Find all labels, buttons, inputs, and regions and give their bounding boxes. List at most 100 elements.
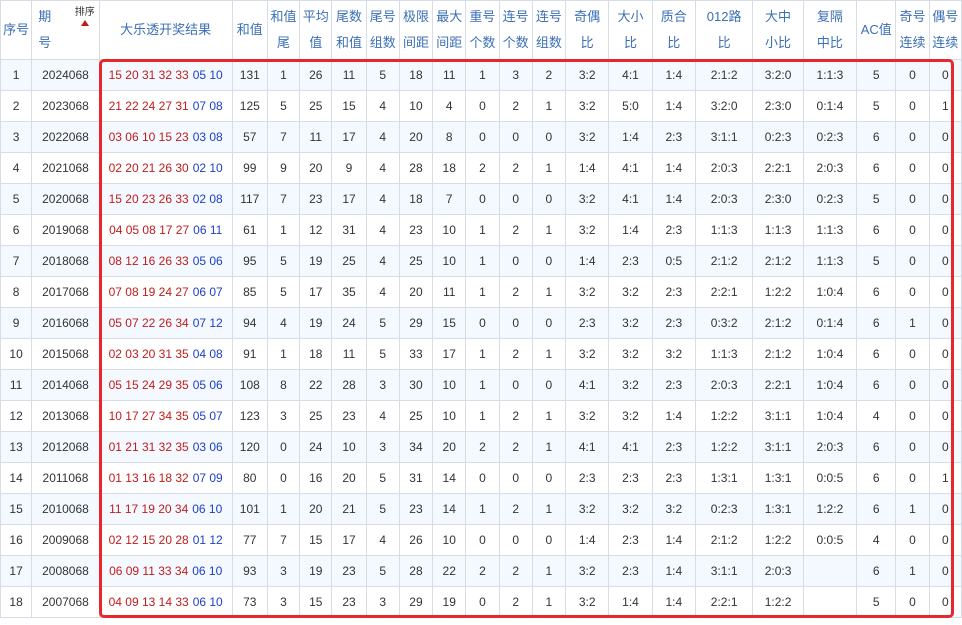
cell-route: 1:1:3 [694, 338, 754, 370]
col-period[interactable]: 期 号 排序 [31, 0, 100, 60]
cell-route: 3:1:1 [694, 121, 754, 153]
cell-big-small: 2:3 [608, 555, 653, 587]
back-numbers: 07 08 [192, 99, 223, 113]
cell-sum: 131 [231, 59, 268, 91]
cell-rep: 2:0:3 [802, 431, 858, 463]
front-numbers: 05 07 22 26 34 [108, 316, 189, 330]
cell-consec-count: 2 [498, 586, 533, 618]
cell-rep: 2:0:3 [802, 152, 858, 184]
cell-consec-groups: 1 [531, 90, 567, 122]
cell-odd-consec: 0 [895, 121, 930, 153]
cell-sum-tail: 7 [266, 183, 301, 215]
cell-tail-groups: 5 [365, 493, 400, 525]
cell-seq: 4 [0, 152, 33, 184]
cell-consec-groups: 2 [531, 59, 567, 91]
cell-avg: 20 [299, 152, 333, 184]
front-numbers: 11 17 19 20 34 [109, 502, 189, 516]
cell-seq: 7 [0, 245, 33, 277]
cell-route: 1:3:1 [694, 462, 754, 494]
cell-consec-groups: 1 [531, 152, 567, 184]
cell-bms: 2:1:2 [752, 307, 804, 339]
cell-rep: 1:1:3 [802, 214, 858, 246]
cell-repeat: 1 [465, 400, 500, 432]
cell-tail-groups: 4 [365, 152, 400, 184]
cell-route: 2:2:1 [694, 276, 754, 308]
cell-prime: 1:4 [651, 59, 696, 91]
cell-rep: 1:0:4 [802, 338, 858, 370]
cell-ac: 6 [856, 493, 897, 525]
table-row: 7 2018068 08 12 16 26 33 05 06 95 5 19 25 4 25 10 1… [0, 245, 962, 277]
cell-prime: 2:3 [651, 369, 696, 401]
cell-tail-sum: 10 [331, 431, 367, 463]
col-sum: 和值 [231, 0, 268, 60]
cell-result: 15 20 31 32 33 05 10 [98, 59, 233, 91]
cell-rep: 0:1:4 [802, 307, 858, 339]
front-numbers: 01 21 31 32 35 [108, 440, 189, 454]
cell-bms: 3:2:0 [752, 59, 804, 91]
cell-ac: 6 [856, 338, 897, 370]
sort-button[interactable]: 排序 [75, 7, 95, 26]
cell-avg: 19 [299, 245, 333, 277]
cell-consec-count: 0 [498, 183, 533, 215]
cell-prime: 2:3 [651, 121, 696, 153]
cell-max-gap: 11 [432, 276, 467, 308]
cell-repeat: 1 [465, 338, 500, 370]
cell-max-gap: 11 [432, 59, 467, 91]
cell-avg: 15 [299, 524, 333, 556]
cell-range: 28 [398, 152, 434, 184]
cell-even-consec: 0 [928, 276, 962, 308]
table-row: 13 2012068 01 21 31 32 35 03 06 120 0 24 10 3 34 2… [0, 431, 962, 463]
cell-odd-consec: 1 [895, 555, 930, 587]
cell-odd-even: 3:2 [565, 90, 610, 122]
cell-big-small: 3:2 [608, 400, 653, 432]
cell-odd-consec: 1 [895, 493, 930, 525]
table-row: 2 2023068 21 22 24 27 31 07 08 125 5 25 15 4 10 4 0… [0, 90, 962, 122]
cell-bms: 2:3:0 [752, 90, 804, 122]
cell-period: 2010068 [31, 493, 100, 525]
cell-route: 1:2:2 [694, 431, 754, 463]
cell-consec-groups: 0 [531, 121, 567, 153]
cell-sum: 117 [231, 183, 268, 215]
cell-even-consec: 0 [928, 524, 962, 556]
cell-result: 02 12 15 20 28 01 12 [98, 524, 233, 556]
cell-max-gap: 8 [432, 121, 467, 153]
back-numbers: 05 07 [192, 409, 223, 423]
cell-prime: 1:4 [651, 90, 696, 122]
cell-ac: 5 [856, 90, 897, 122]
cell-odd-consec: 0 [895, 524, 930, 556]
cell-range: 23 [398, 214, 434, 246]
back-numbers: 07 12 [192, 316, 223, 330]
table-row: 17 2008068 06 09 11 33 34 06 10 93 3 19 23 5 28 22… [0, 555, 962, 587]
cell-seq: 13 [0, 431, 33, 463]
cell-tail-groups: 5 [365, 307, 400, 339]
cell-tail-groups: 3 [365, 369, 400, 401]
cell-tail-sum: 17 [331, 121, 367, 153]
cell-consec-groups: 0 [531, 369, 567, 401]
cell-avg: 16 [299, 462, 333, 494]
cell-period: 2017068 [31, 276, 100, 308]
cell-repeat: 1 [465, 214, 500, 246]
cell-repeat: 0 [465, 183, 500, 215]
cell-odd-consec: 0 [895, 276, 930, 308]
cell-odd-consec: 0 [895, 338, 930, 370]
cell-result: 06 09 11 33 34 06 10 [98, 555, 233, 587]
col-result: 大乐透开奖结果 [98, 0, 233, 60]
cell-bms: 1:3:1 [752, 462, 804, 494]
cell-even-consec: 0 [928, 214, 962, 246]
cell-period: 2015068 [31, 338, 100, 370]
table-row: 4 2021068 02 20 21 26 30 02 10 99 9 20 9 4 28 18 2 2… [0, 152, 962, 184]
cell-seq: 16 [0, 524, 33, 556]
table-row: 10 2015068 02 03 20 31 35 04 08 91 1 18 11 5 33 17… [0, 338, 962, 370]
lottery-results-table: 序号 期 号 排序 大乐透开奖结果 和值 和值尾 平均值 尾数 和值 尾号 组数 极… [0, 0, 962, 618]
cell-result: 01 21 31 32 35 03 06 [98, 431, 233, 463]
cell-sum-tail: 1 [266, 493, 301, 525]
col-big-small: 大小比 [608, 0, 653, 60]
cell-ac: 6 [856, 121, 897, 153]
cell-odd-consec: 0 [895, 90, 930, 122]
cell-sum: 125 [231, 90, 268, 122]
back-numbers: 06 10 [192, 502, 223, 516]
cell-consec-groups: 1 [531, 586, 567, 618]
cell-range: 18 [398, 183, 434, 215]
col-bms: 大中 小比 [752, 0, 804, 60]
cell-period: 2020068 [31, 183, 100, 215]
